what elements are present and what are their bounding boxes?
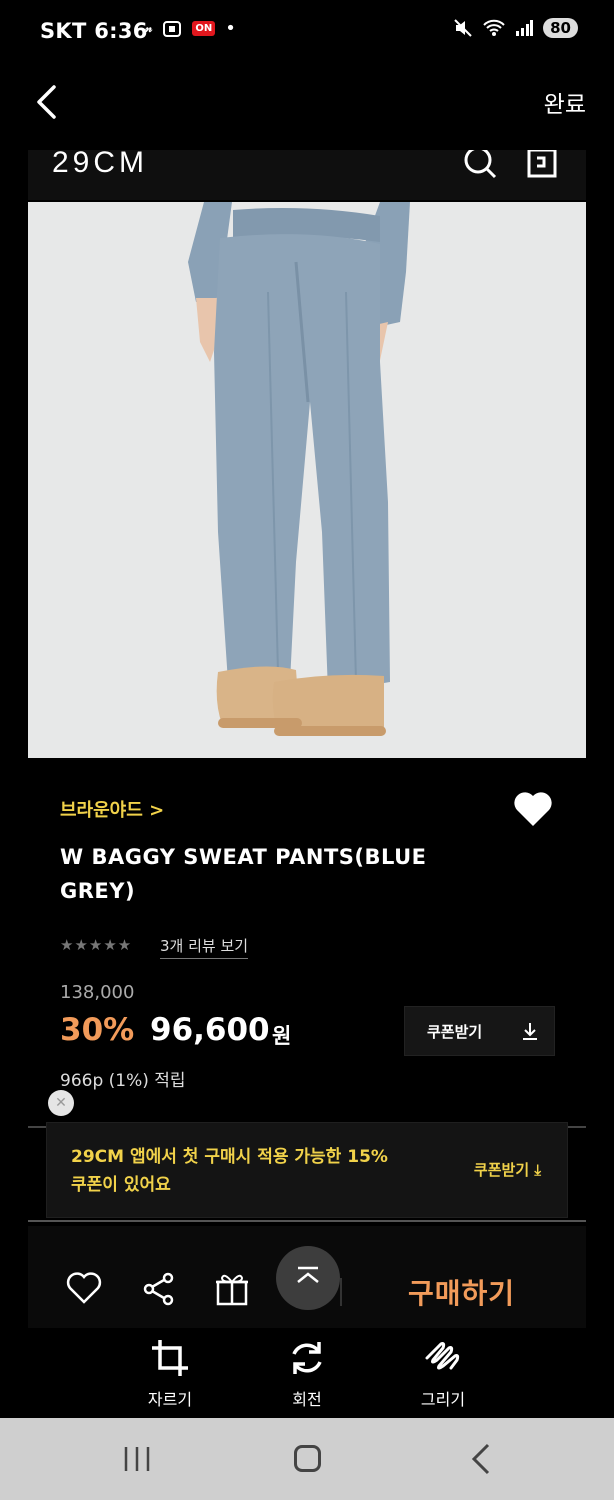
- wifi-icon: [483, 19, 505, 36]
- sweat-pants-illustration: [28, 202, 586, 758]
- share-icon[interactable]: [142, 1272, 176, 1306]
- screenshot-icon: [163, 20, 182, 37]
- rotate-tool[interactable]: 회전: [267, 1338, 347, 1410]
- original-price: 138,000: [60, 982, 135, 1003]
- heart-outline-icon[interactable]: [66, 1272, 102, 1304]
- mute-icon: [454, 19, 472, 37]
- battery-badge: 80: [543, 18, 578, 38]
- divider: [340, 1278, 342, 1306]
- back-arrow-icon[interactable]: [34, 84, 64, 120]
- search-icon[interactable]: [462, 150, 498, 180]
- promo-coupon-button[interactable]: 쿠폰받기 ⤓: [474, 1159, 541, 1180]
- sale-price: 96,600: [150, 1012, 270, 1048]
- reviews-link[interactable]: 3개 리뷰 보기: [160, 935, 249, 959]
- crop-tool[interactable]: 자르기: [130, 1338, 210, 1410]
- tool-label: 회전: [292, 1390, 322, 1409]
- notification-icons: 𝓃 ON •: [145, 18, 236, 39]
- download-icon: [523, 1023, 537, 1040]
- reward-points: 966p (1%) 적립: [60, 1071, 186, 1091]
- carrier-time: SKT 6:36: [40, 19, 148, 43]
- dot-icon: •: [225, 18, 236, 39]
- captured-page: 29CM 브라운야드 > W BAGGY SWEAT PANTS(BLUE GR…: [28, 150, 586, 1328]
- draw-tool[interactable]: 그리기: [403, 1338, 483, 1410]
- site-logo[interactable]: 29CM: [52, 150, 148, 180]
- close-icon[interactable]: ✕: [48, 1090, 74, 1116]
- draw-icon: [425, 1342, 460, 1370]
- nav-back-icon[interactable]: [470, 1442, 492, 1476]
- shopping-bag-icon[interactable]: [526, 150, 560, 180]
- product-image[interactable]: [28, 202, 586, 758]
- promo-banner[interactable]: 29CM 앱에서 첫 구매시 적용 가능한 15% 쿠폰이 있어요 쿠폰받기 ⤓: [46, 1122, 568, 1218]
- signal-icon: [516, 20, 534, 36]
- done-button[interactable]: 완료: [544, 85, 586, 119]
- buy-button[interactable]: 구매하기: [408, 1272, 515, 1312]
- status-right: 80: [453, 18, 578, 38]
- heart-icon[interactable]: [512, 790, 554, 828]
- crop-icon: [152, 1340, 188, 1376]
- chevron-up-icon: [297, 1266, 319, 1283]
- system-nav-bar: [0, 1418, 614, 1500]
- currency-label: 원: [272, 1024, 292, 1048]
- divider: [28, 1220, 586, 1222]
- download-icon: ⤓: [534, 1161, 541, 1179]
- site-header: 29CM: [28, 150, 586, 200]
- home-button[interactable]: [294, 1445, 321, 1472]
- tool-label: 그리기: [420, 1390, 466, 1409]
- status-bar: SKT 6:36 𝓃 ON • 80: [0, 0, 614, 66]
- coupon-button-label: 쿠폰받기: [427, 1022, 483, 1041]
- recent-apps-icon[interactable]: [122, 1444, 152, 1474]
- rating-stars: ★★★★★: [60, 936, 133, 954]
- tool-label: 자르기: [147, 1390, 193, 1409]
- on-badge: ON: [192, 21, 216, 36]
- promo-button-label: 쿠폰받기: [473, 1161, 530, 1179]
- scroll-top-button[interactable]: [276, 1246, 340, 1310]
- coupon-download-button[interactable]: 쿠폰받기: [404, 1006, 555, 1056]
- promo-text: 29CM 앱에서 첫 구매시 적용 가능한 15% 쿠폰이 있어요: [71, 1147, 388, 1195]
- discount-rate: 30%: [60, 1012, 135, 1048]
- netflix-icon: 𝓃: [145, 21, 153, 35]
- rotate-icon: [292, 1342, 322, 1374]
- gift-icon[interactable]: [214, 1270, 250, 1306]
- product-title: W BAGGY SWEAT PANTS(BLUE GREY): [60, 845, 427, 903]
- brand-link[interactable]: 브라운야드 >: [60, 796, 164, 822]
